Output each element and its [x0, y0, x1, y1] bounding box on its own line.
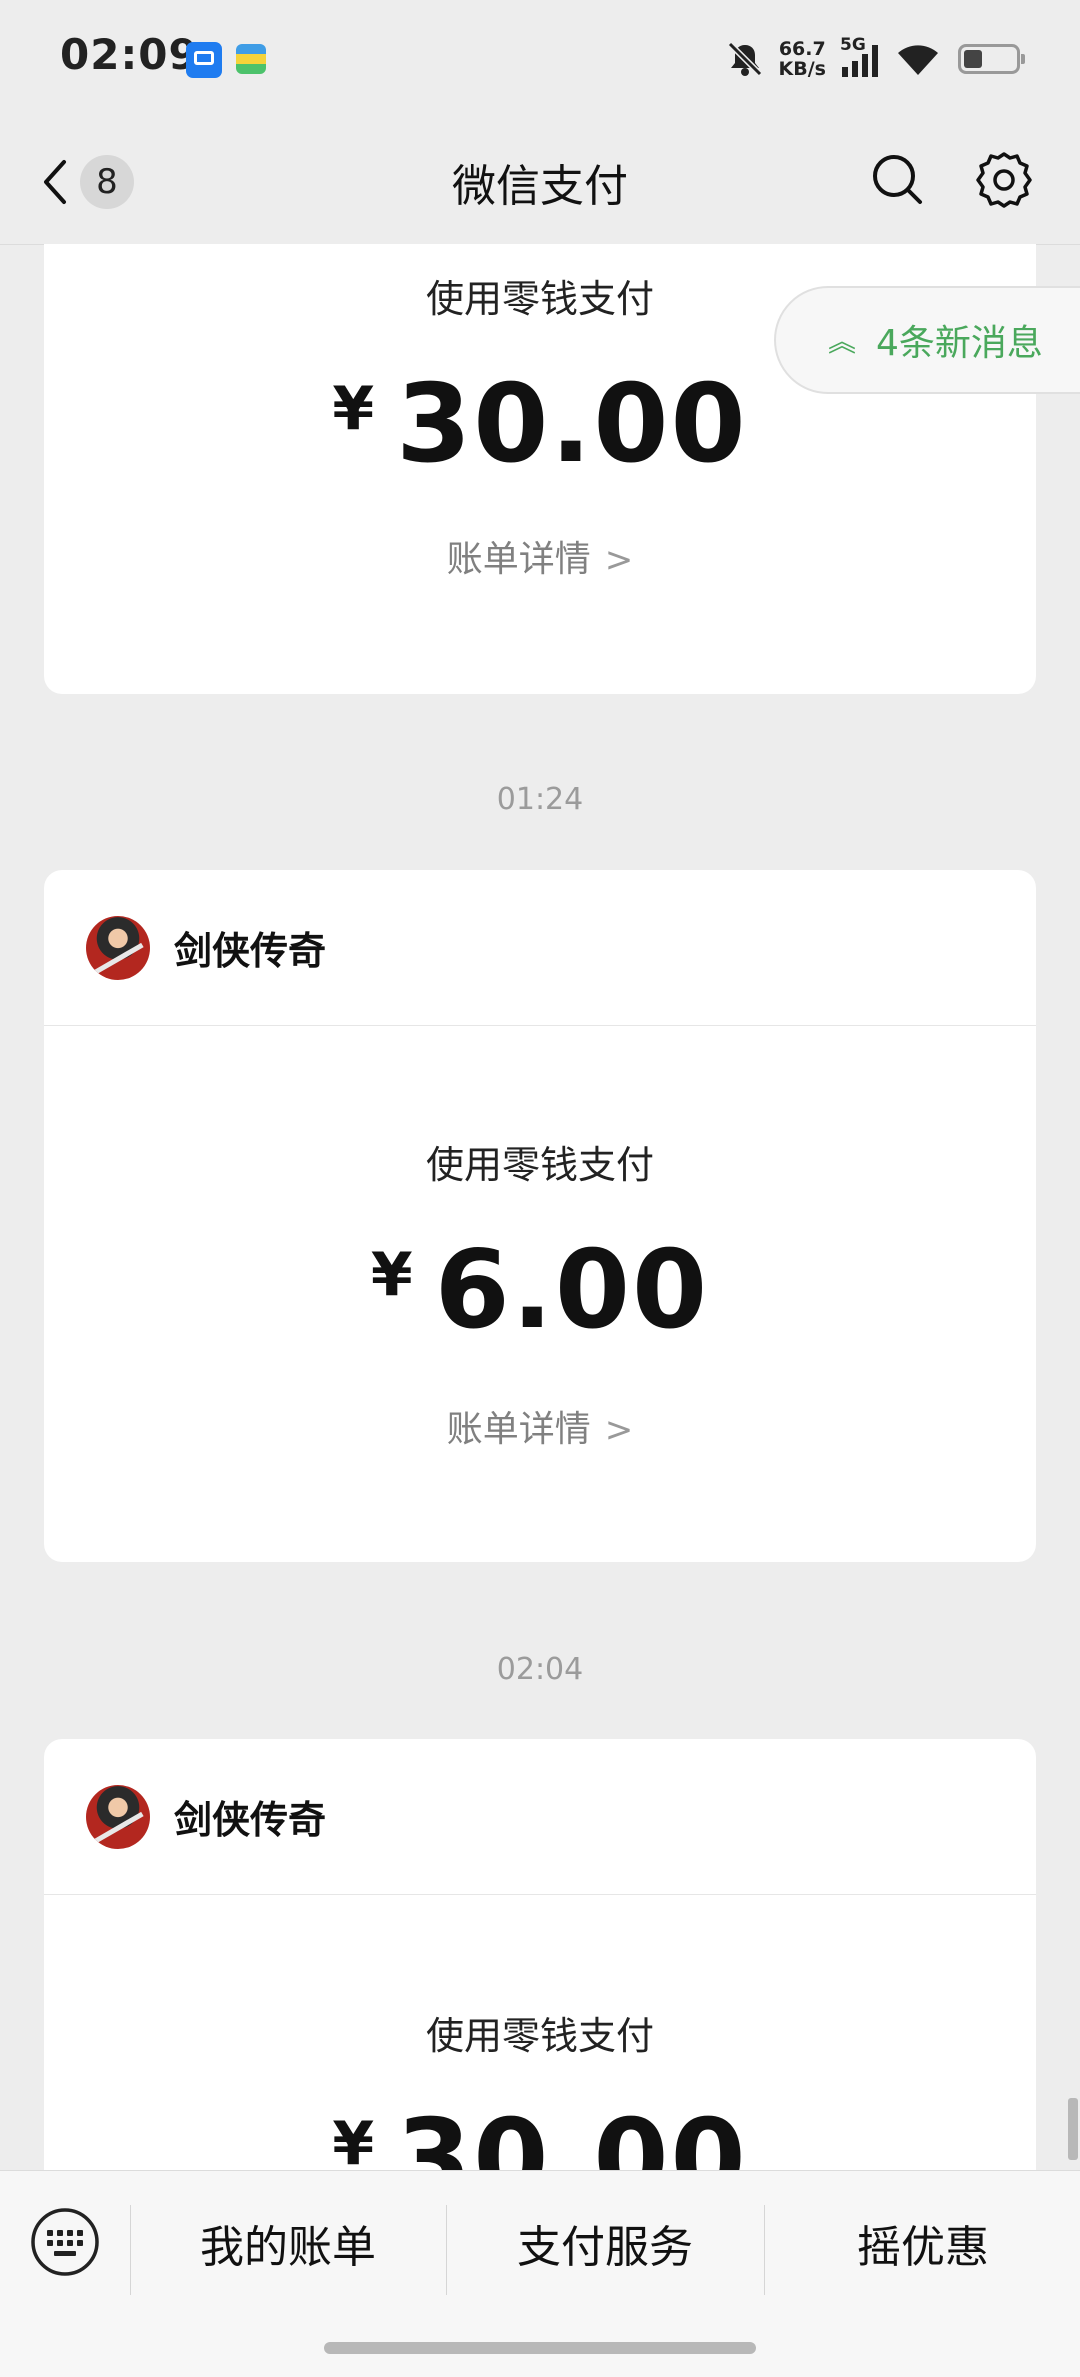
amount-value: 30.00	[396, 362, 748, 487]
merchant-name: 剑侠传奇	[174, 1798, 327, 1842]
wifi-icon	[898, 45, 938, 75]
message-timestamp: 01:24	[496, 782, 584, 817]
new-messages-button[interactable]: ︽ 4条新消息	[774, 286, 1080, 394]
chevron-right-icon: >	[604, 540, 634, 580]
settings-button[interactable]	[972, 148, 1036, 212]
payment-card[interactable]: 剑侠传奇 使用零钱支付 ¥6.00 账单详情 >	[44, 870, 1036, 1562]
search-button[interactable]	[866, 148, 930, 212]
merchant-name: 剑侠传奇	[174, 929, 327, 973]
net-speed-unit: KB/s	[778, 58, 826, 80]
keyboard-toggle-button[interactable]	[30, 2207, 100, 2277]
chevron-right-icon: >	[604, 1410, 634, 1450]
home-indicator[interactable]	[324, 2342, 756, 2354]
status-indicators: 66.7 KB/s 5G	[725, 34, 1025, 84]
double-chevron-up-icon: ︽	[828, 325, 857, 358]
merchant-header[interactable]: 剑侠传奇	[44, 1739, 1036, 1895]
bill-details-link[interactable]: 账单详情 >	[44, 530, 1036, 582]
pay-method-label: 使用零钱支付	[425, 1143, 654, 1187]
gear-icon	[976, 152, 1032, 208]
network-speed: 66.7 KB/s	[779, 39, 826, 79]
currency-symbol: ¥	[332, 374, 375, 444]
scrollbar-thumb[interactable]	[1068, 2098, 1078, 2160]
menu-shake-discount[interactable]: 摇优惠	[766, 2201, 1080, 2285]
battery-icon	[958, 44, 1025, 74]
bill-details-link[interactable]: 账单详情 >	[44, 1400, 1036, 1452]
status-time: 02:09	[60, 30, 199, 79]
bill-details-label: 账单详情	[446, 539, 591, 580]
amount-value: 30.00	[396, 2097, 748, 2170]
payment-amount: ¥30.00	[44, 2097, 1036, 2170]
new-messages-label: 4条新消息	[876, 323, 1043, 364]
currency-symbol: ¥	[332, 2109, 375, 2170]
wallet-app-icon	[236, 44, 266, 74]
screen-record-app-icon	[186, 42, 222, 78]
bill-details-label: 账单详情	[446, 1409, 591, 1450]
keyboard-icon	[31, 2208, 99, 2276]
currency-symbol: ¥	[370, 1240, 413, 1310]
nav-bar: 8 微信支付	[0, 120, 1080, 245]
menu-payment-services[interactable]: 支付服务	[448, 2201, 762, 2285]
search-icon	[873, 155, 922, 204]
pay-method-label: 使用零钱支付	[425, 2014, 654, 2058]
merchant-avatar	[86, 915, 150, 980]
payment-card[interactable]: 剑侠传奇 使用零钱支付 ¥30.00	[44, 1739, 1036, 2170]
net-speed-value: 66.7	[778, 38, 826, 60]
status-bar: 02:09 66.7 KB/s 5G	[0, 0, 1080, 120]
signal-icon: 5G	[840, 35, 882, 79]
merchant-avatar	[86, 1784, 150, 1849]
menu-divider	[764, 2205, 765, 2295]
menu-my-bills[interactable]: 我的账单	[132, 2201, 444, 2285]
merchant-header[interactable]: 剑侠传奇	[44, 870, 1036, 1026]
amount-value: 6.00	[434, 1228, 710, 1353]
payment-amount: ¥6.00	[44, 1228, 1036, 1353]
message-timestamp: 02:04	[496, 1652, 584, 1687]
menu-divider	[446, 2205, 447, 2295]
bell-off-icon	[727, 41, 762, 77]
menu-divider	[130, 2205, 131, 2295]
